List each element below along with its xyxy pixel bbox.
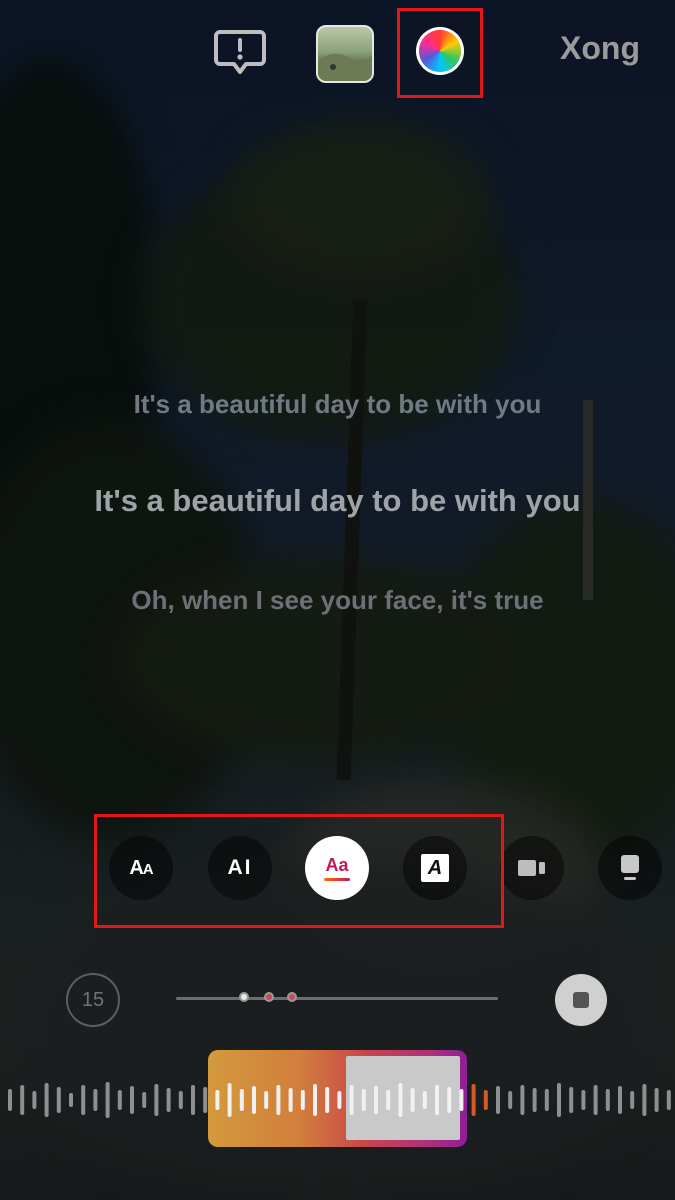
style-card-button[interactable] bbox=[598, 836, 662, 900]
waveform-bar bbox=[44, 1083, 49, 1117]
waveform-bar bbox=[654, 1088, 659, 1112]
waveform-bar bbox=[435, 1085, 439, 1115]
waveform-bar bbox=[276, 1085, 281, 1115]
waveform-bar bbox=[105, 1082, 110, 1118]
waveform-bar bbox=[81, 1085, 86, 1115]
waveform-bar bbox=[337, 1091, 342, 1109]
waveform-bar bbox=[496, 1086, 500, 1114]
waveform-bar bbox=[203, 1087, 208, 1113]
waveform-bar bbox=[618, 1086, 622, 1114]
progress-track[interactable] bbox=[176, 997, 498, 1000]
waveform-bar bbox=[593, 1085, 598, 1115]
progress-marker bbox=[286, 992, 297, 1002]
waveform-bar bbox=[288, 1088, 293, 1112]
waveform-bar bbox=[56, 1087, 61, 1113]
video-card-icon bbox=[518, 860, 545, 876]
waveform-bar bbox=[544, 1089, 549, 1111]
lyric-next-line: Oh, when I see your face, it's true bbox=[131, 585, 544, 615]
waveform-bar bbox=[422, 1091, 427, 1109]
waveform-bar bbox=[154, 1084, 159, 1116]
waveform-bar bbox=[447, 1087, 452, 1113]
waveform-bar bbox=[410, 1088, 415, 1112]
waveform-bar bbox=[300, 1090, 305, 1110]
stop-icon bbox=[573, 992, 589, 1008]
waveform-bar bbox=[191, 1085, 195, 1115]
lyric-current-line: It's a beautiful day to be with you bbox=[94, 483, 581, 518]
waveform-bar bbox=[227, 1083, 232, 1117]
waveform-bar bbox=[630, 1091, 635, 1109]
highlight-box-color bbox=[397, 8, 483, 98]
stop-button[interactable] bbox=[555, 974, 607, 1026]
waveform-bar bbox=[20, 1085, 25, 1115]
rewind-15-button[interactable]: 15 bbox=[66, 973, 120, 1027]
waveform-bar bbox=[325, 1087, 330, 1113]
waveform-bar bbox=[666, 1090, 671, 1110]
waveform-bar bbox=[252, 1086, 256, 1114]
waveform-bar bbox=[581, 1090, 586, 1110]
waveform-bar bbox=[361, 1089, 366, 1111]
waveform-bar bbox=[178, 1091, 183, 1109]
progress-marker bbox=[238, 992, 249, 1002]
waveform-bar bbox=[69, 1093, 73, 1107]
audio-waveform[interactable] bbox=[0, 1048, 675, 1152]
waveform-bar bbox=[93, 1089, 98, 1111]
waveform-bar bbox=[215, 1090, 220, 1110]
waveform-bar bbox=[569, 1087, 574, 1113]
waveform-bar bbox=[532, 1088, 537, 1112]
waveform-bar bbox=[508, 1091, 513, 1109]
waveform-bar bbox=[483, 1090, 488, 1110]
style-video-button[interactable] bbox=[500, 836, 564, 900]
waveform-bar bbox=[8, 1089, 12, 1111]
waveform-bar bbox=[349, 1085, 354, 1115]
waveform-bar bbox=[32, 1091, 37, 1109]
waveform-bar bbox=[264, 1091, 269, 1109]
waveform-bar bbox=[459, 1089, 464, 1111]
waveform-bar bbox=[313, 1084, 317, 1116]
waveform-bar bbox=[557, 1083, 561, 1117]
waveform-bar bbox=[374, 1086, 378, 1114]
waveform-bar bbox=[520, 1085, 525, 1115]
card-icon bbox=[621, 855, 639, 880]
waveform-bar bbox=[142, 1092, 147, 1108]
waveform-bar bbox=[130, 1086, 134, 1114]
done-button[interactable]: Xong bbox=[560, 30, 640, 67]
waveform-bar bbox=[117, 1090, 122, 1110]
waveform-bar bbox=[642, 1084, 647, 1116]
waveform-bar bbox=[386, 1090, 391, 1110]
alert-bubble-icon[interactable] bbox=[214, 26, 266, 78]
waveform-bar bbox=[239, 1089, 244, 1111]
album-thumbnail[interactable] bbox=[316, 25, 374, 83]
highlight-box-styles bbox=[94, 814, 504, 928]
waveform-bar bbox=[398, 1083, 403, 1117]
waveform-bar bbox=[166, 1088, 171, 1112]
waveform-bar bbox=[605, 1089, 610, 1111]
lyric-previous-line: It's a beautiful day to be with you bbox=[133, 389, 542, 419]
waveform-bar bbox=[471, 1084, 476, 1116]
